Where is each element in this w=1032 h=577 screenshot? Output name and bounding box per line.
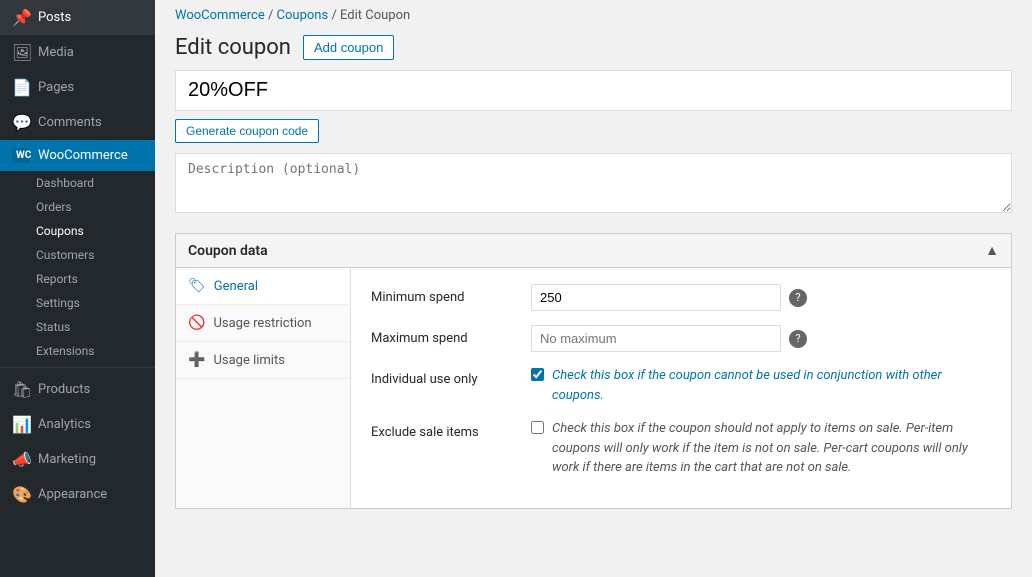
maximum-spend-input[interactable] [531,325,781,352]
sidebar-item-label: Pages [38,80,74,95]
field-row-maximum-spend: Maximum spend ? [371,325,991,352]
collapse-arrow-icon: ▲ [985,242,999,259]
minimum-spend-help-icon[interactable]: ? [789,289,807,307]
add-coupon-button[interactable]: Add coupon [303,35,394,60]
individual-use-label: Individual use only [371,366,531,387]
tab-usage-limits-label: Usage limits [213,353,284,368]
marketing-icon: 📣 [12,450,30,469]
sidebar-item-label: Analytics [38,417,91,432]
maximum-spend-help-icon[interactable]: ? [789,330,807,348]
sidebar-item-media[interactable]: 🖼 Media [0,35,155,70]
minimum-spend-label: Minimum spend [371,284,531,305]
maximum-spend-label: Maximum spend [371,325,531,346]
comments-icon: 💬 [12,113,30,132]
breadcrumb-woocommerce-link[interactable]: WooCommerce [175,8,265,23]
exclude-sale-control: Check this box if the coupon should not … [531,419,991,478]
main-content: WooCommerce / Coupons / Edit Coupon Edit… [155,0,1032,577]
sidebar-item-label: Marketing [38,452,96,467]
usage-limits-tab-icon: ➕ [188,352,205,368]
breadcrumb-current: Edit Coupon [340,8,410,23]
sidebar-sub-status[interactable]: Status [0,315,155,339]
products-icon: 🛍 [12,380,30,399]
individual-use-control: Check this box if the coupon cannot be u… [531,366,991,405]
minimum-spend-input[interactable] [531,284,781,311]
field-row-individual-use: Individual use only Check this box if th… [371,366,991,405]
coupon-data-section: Coupon data ▲ 🏷 General 🚫 Usage restrict… [175,233,1012,509]
media-icon: 🖼 [12,43,30,62]
page-title: Edit coupon [175,35,291,60]
tab-general-label: General [214,279,258,294]
coupon-data-body: 🏷 General 🚫 Usage restriction ➕ Usage li… [176,268,1011,508]
sidebar-item-pages[interactable]: 📄 Pages [0,70,155,105]
tab-usage-limits[interactable]: ➕ Usage limits [176,342,350,379]
sidebar-item-woocommerce[interactable]: WC WooCommerce [0,140,155,171]
field-row-minimum-spend: Minimum spend ? [371,284,991,311]
sidebar-sub-reports[interactable]: Reports [0,267,155,291]
sidebar-item-label: Comments [38,115,102,130]
sidebar-divider [0,367,155,368]
individual-use-checkbox-row: Check this box if the coupon cannot be u… [531,366,991,405]
exclude-sale-checkbox-row: Check this box if the coupon should not … [531,419,991,478]
sidebar-item-label: Media [38,45,74,60]
maximum-spend-control: ? [531,325,991,352]
tab-usage-restriction-label: Usage restriction [213,316,311,331]
sidebar-item-posts[interactable]: 📌 Posts [0,0,155,35]
coupon-code-input[interactable] [175,70,1012,111]
sidebar-item-marketing[interactable]: 📣 Marketing [0,442,155,477]
exclude-sale-description: Check this box if the coupon should not … [552,419,991,478]
woocommerce-icon: WC [12,148,30,163]
appearance-icon: 🎨 [12,485,30,504]
tab-usage-restriction[interactable]: 🚫 Usage restriction [176,305,350,342]
minimum-spend-control: ? [531,284,991,311]
coupon-tabs: 🏷 General 🚫 Usage restriction ➕ Usage li… [176,268,351,508]
sidebar-sub-settings[interactable]: Settings [0,291,155,315]
content-area: Generate coupon code Coupon data ▲ 🏷 Gen… [155,70,1032,577]
usage-restriction-tab-icon: 🚫 [188,315,205,331]
sidebar-item-label: WooCommerce [38,148,128,163]
individual-use-description: Check this box if the coupon cannot be u… [552,366,991,405]
sidebar-sub-coupons[interactable]: Coupons [0,219,155,243]
sidebar-sub-dashboard[interactable]: Dashboard [0,171,155,195]
description-textarea[interactable] [175,153,1012,213]
pages-icon: 📄 [12,78,30,97]
generate-coupon-button[interactable]: Generate coupon code [175,119,319,143]
individual-use-checkbox[interactable] [531,368,544,381]
breadcrumb: WooCommerce / Coupons / Edit Coupon [155,0,1032,31]
page-header: Edit coupon Add coupon [155,31,1032,70]
sidebar-item-comments[interactable]: 💬 Comments [0,105,155,140]
sidebar: 📌 Posts 🖼 Media 📄 Pages 💬 Comments WC Wo… [0,0,155,577]
sidebar-item-label: Posts [38,10,71,25]
coupon-data-title: Coupon data [188,243,268,259]
tab-general[interactable]: 🏷 General [176,268,350,305]
sidebar-item-label: Appearance [38,487,107,502]
sidebar-item-products[interactable]: 🛍 Products [0,372,155,407]
exclude-sale-checkbox[interactable] [531,421,544,434]
posts-icon: 📌 [12,8,30,27]
general-tab-icon: 🏷 [188,278,206,294]
exclude-sale-label: Exclude sale items [371,419,531,440]
tab-content-general: Minimum spend ? Maximum spend ? [351,268,1011,508]
sidebar-sub-customers[interactable]: Customers [0,243,155,267]
sidebar-item-appearance[interactable]: 🎨 Appearance [0,477,155,512]
sidebar-item-analytics[interactable]: 📊 Analytics [0,407,155,442]
breadcrumb-coupons-link[interactable]: Coupons [277,8,329,23]
sidebar-item-label: Products [38,382,90,397]
coupon-data-header[interactable]: Coupon data ▲ [176,234,1011,268]
field-row-exclude-sale: Exclude sale items Check this box if the… [371,419,991,478]
analytics-icon: 📊 [12,415,30,434]
sidebar-sub-extensions[interactable]: Extensions [0,339,155,363]
sidebar-sub-orders[interactable]: Orders [0,195,155,219]
